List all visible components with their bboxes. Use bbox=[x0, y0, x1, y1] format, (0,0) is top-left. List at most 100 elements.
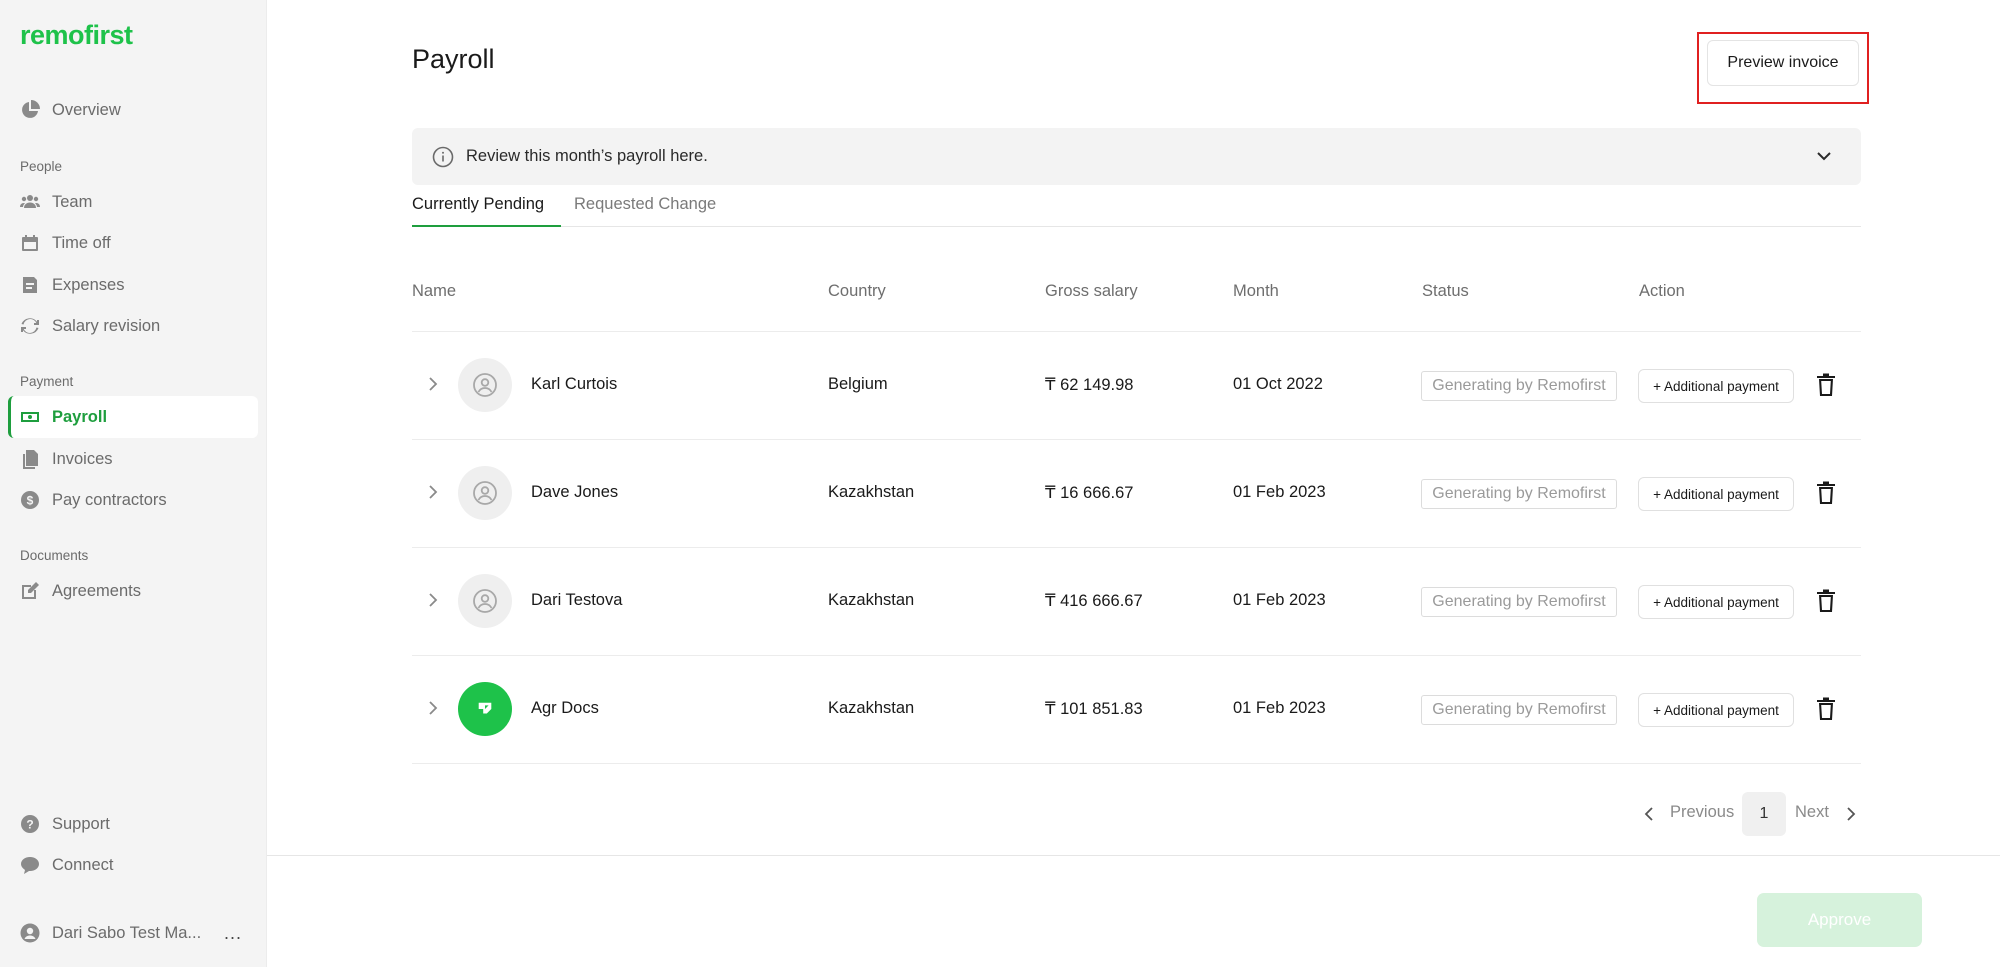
calendar-icon bbox=[20, 233, 40, 253]
month-cell: 01 Oct 2022 bbox=[1233, 375, 1323, 393]
chevron-right-icon[interactable] bbox=[1842, 805, 1860, 823]
sidebar-item-invoices[interactable]: Invoices bbox=[8, 438, 258, 480]
country-cell: Kazakhstan bbox=[828, 483, 915, 501]
tab-currently-pending[interactable]: Currently Pending bbox=[412, 195, 561, 227]
more-options-icon[interactable]: ... bbox=[224, 923, 242, 944]
chevron-left-icon[interactable] bbox=[1640, 805, 1658, 823]
avatar bbox=[458, 682, 512, 736]
highlight-box: Preview invoice bbox=[1697, 32, 1869, 104]
sidebar-item-overview[interactable]: Overview bbox=[8, 89, 258, 131]
additional-payment-button[interactable]: + Additional payment bbox=[1638, 369, 1794, 403]
sidebar-item-salary-revision[interactable]: Salary revision bbox=[8, 305, 258, 347]
user-placeholder-icon bbox=[473, 373, 497, 397]
gross-salary-cell: ₸ 416 666.67 bbox=[1045, 592, 1143, 610]
sidebar-item-label: Payroll bbox=[52, 407, 108, 426]
approve-button[interactable]: Approve bbox=[1757, 893, 1922, 947]
trash-icon[interactable] bbox=[1815, 481, 1837, 505]
refresh-icon bbox=[20, 316, 40, 336]
chevron-right-icon[interactable] bbox=[424, 591, 442, 609]
sidebar-item-agreements[interactable]: Agreements bbox=[8, 570, 258, 612]
sidebar-item-pay-contractors[interactable]: $ Pay contractors bbox=[8, 479, 258, 521]
info-text: Review this month’s payroll here. bbox=[466, 147, 708, 165]
next-page-button[interactable]: Next bbox=[1795, 803, 1829, 822]
month-cell: 01 Feb 2023 bbox=[1233, 591, 1326, 609]
trash-icon[interactable] bbox=[1815, 589, 1837, 613]
trash-icon[interactable] bbox=[1815, 697, 1837, 721]
sidebar-item-label: Expenses bbox=[52, 275, 125, 294]
svg-text:$: $ bbox=[27, 494, 34, 508]
user-placeholder-icon bbox=[473, 481, 497, 505]
chevron-right-icon[interactable] bbox=[424, 483, 442, 501]
user-menu[interactable]: Dari Sabo Test Ma... ... bbox=[8, 913, 258, 953]
svg-text:?: ? bbox=[26, 818, 33, 832]
edit-icon bbox=[20, 581, 40, 601]
column-header-month: Month bbox=[1233, 282, 1279, 300]
chat-icon bbox=[20, 855, 40, 875]
additional-payment-button[interactable]: + Additional payment bbox=[1638, 693, 1794, 727]
page-title: Payroll bbox=[412, 44, 495, 74]
employee-name[interactable]: Karl Curtois bbox=[531, 375, 617, 394]
employee-name[interactable]: Dari Testova bbox=[531, 591, 622, 610]
column-header-country: Country bbox=[828, 282, 886, 300]
chevron-right-icon[interactable] bbox=[424, 699, 442, 717]
employee-name[interactable]: Agr Docs bbox=[531, 699, 599, 718]
dollar-icon: $ bbox=[20, 490, 40, 510]
user-placeholder-icon bbox=[473, 589, 497, 613]
sidebar-item-label: Salary revision bbox=[52, 316, 161, 335]
avatar bbox=[458, 358, 512, 412]
gross-salary-cell: ₸ 16 666.67 bbox=[1045, 484, 1134, 502]
column-header-status: Status bbox=[1422, 282, 1469, 300]
trash-icon[interactable] bbox=[1815, 373, 1837, 397]
sidebar-item-label: Invoices bbox=[52, 449, 113, 468]
preview-invoice-button[interactable]: Preview invoice bbox=[1707, 40, 1859, 86]
table-row: Dari Testova Kazakhstan ₸ 416 666.67 01 … bbox=[412, 547, 1861, 655]
column-header-action: Action bbox=[1639, 282, 1685, 300]
status-badge: Generating by Remofirst bbox=[1421, 695, 1617, 725]
employee-name[interactable]: Dave Jones bbox=[531, 483, 618, 502]
user-avatar-icon bbox=[20, 923, 40, 943]
sidebar-item-connect[interactable]: Connect bbox=[8, 844, 258, 886]
column-header-gross-salary: Gross salary bbox=[1045, 282, 1138, 300]
country-cell: Belgium bbox=[828, 375, 888, 393]
pie-chart-icon bbox=[20, 100, 40, 120]
sidebar-item-label: Support bbox=[52, 814, 110, 833]
table-row: Agr Docs Kazakhstan ₸ 101 851.83 01 Feb … bbox=[412, 655, 1861, 763]
sidebar-item-time-off[interactable]: Time off bbox=[8, 222, 258, 264]
country-cell: Kazakhstan bbox=[828, 591, 915, 609]
sidebar-item-team[interactable]: Team bbox=[8, 181, 258, 223]
month-cell: 01 Feb 2023 bbox=[1233, 699, 1326, 717]
user-name: Dari Sabo Test Ma... bbox=[52, 923, 202, 942]
expenses-icon bbox=[20, 275, 40, 295]
help-icon: ? bbox=[20, 814, 40, 834]
sidebar-item-support[interactable]: ? Support bbox=[8, 803, 258, 845]
sidebar-item-label: Pay contractors bbox=[52, 490, 167, 509]
sidebar: remofirst Overview People Team Time off … bbox=[0, 0, 267, 967]
tab-requested-change[interactable]: Requested Change bbox=[574, 195, 716, 227]
month-cell: 01 Feb 2023 bbox=[1233, 483, 1326, 501]
remofirst-logo[interactable]: remofirst bbox=[20, 20, 133, 51]
section-label-documents: Documents bbox=[20, 548, 89, 563]
sidebar-item-payroll[interactable]: Payroll bbox=[8, 396, 258, 438]
table-row: Karl Curtois Belgium ₸ 62 149.98 01 Oct … bbox=[412, 331, 1861, 439]
table-divider bbox=[412, 763, 1861, 764]
column-header-name: Name bbox=[412, 282, 457, 300]
chevron-right-icon[interactable] bbox=[424, 375, 442, 393]
sidebar-item-label: Time off bbox=[52, 233, 111, 252]
footer-divider bbox=[267, 855, 2000, 856]
chevron-down-icon[interactable] bbox=[1815, 147, 1833, 165]
additional-payment-button[interactable]: + Additional payment bbox=[1638, 477, 1794, 511]
team-icon bbox=[20, 192, 40, 212]
remofirst-logo-icon bbox=[478, 702, 492, 714]
page-number-button[interactable]: 1 bbox=[1742, 792, 1786, 836]
info-banner[interactable]: Review this month’s payroll here. bbox=[412, 128, 1861, 185]
sidebar-item-label: Connect bbox=[52, 855, 114, 874]
sidebar-item-label: Team bbox=[52, 192, 93, 211]
sidebar-item-expenses[interactable]: Expenses bbox=[8, 264, 258, 306]
additional-payment-button[interactable]: + Additional payment bbox=[1638, 585, 1794, 619]
payroll-tabs: Currently Pending Requested Change bbox=[412, 195, 1861, 227]
status-badge: Generating by Remofirst bbox=[1421, 587, 1617, 617]
previous-page-button[interactable]: Previous bbox=[1670, 803, 1734, 822]
info-icon bbox=[432, 146, 454, 167]
gross-salary-cell: ₸ 62 149.98 bbox=[1045, 376, 1134, 394]
cash-icon bbox=[20, 407, 40, 427]
